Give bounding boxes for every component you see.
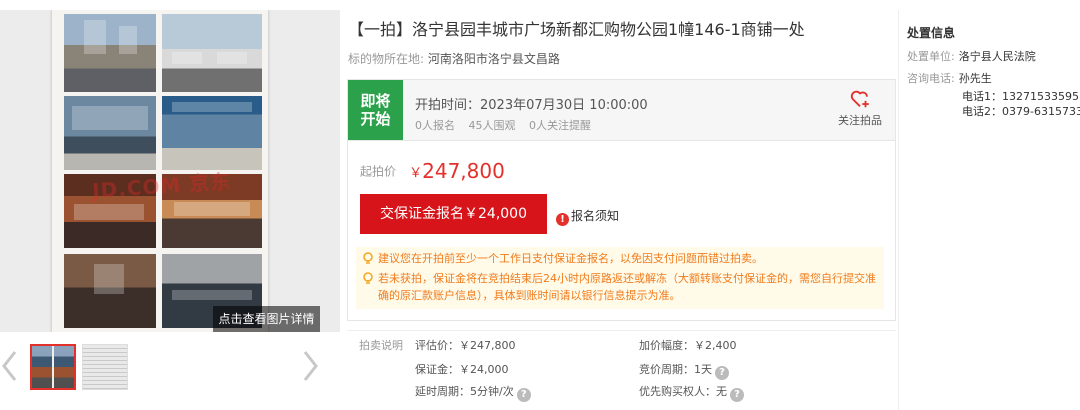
appraisal-price: 评估价：￥247,800 [415, 339, 516, 352]
extension-period: 延时周期：5分钟/次? [415, 383, 531, 402]
photo-cell-storefront [162, 96, 262, 170]
photo-cell-parking [162, 14, 262, 92]
chevron-left-icon[interactable] [0, 346, 20, 386]
help-icon[interactable]: ? [730, 388, 744, 402]
tips-box: 建议您在开拍前至少一个工作日支付保证金报名，以免因支付问题而错过拍卖。 若未获拍… [356, 247, 884, 309]
priority-buyer: 优先购买权人：无? [639, 383, 744, 402]
bid-period: 竞价周期：1天? [639, 361, 729, 380]
heart-plus-icon [850, 90, 869, 108]
auction-status-box: 即将 开始 开拍时间：2023年07月30日 10:00:00 0人报名 45人… [347, 79, 896, 141]
bid-increment: 加价幅度：￥2,400 [639, 339, 737, 352]
phone-2: 电话2：0379-63157333 [962, 105, 1080, 118]
contact-person: 咨询电话: 孙先生 [907, 72, 992, 85]
follow-lot-button[interactable]: 关注拍品 [835, 88, 885, 128]
location-value: 河南洛阳市洛宁县文昌路 [427, 52, 560, 66]
tip-item: 建议您在开拍前至少一个工作日支付保证金报名，以免因支付问题而错过拍卖。 [362, 250, 878, 267]
start-price-value: 247,800 [422, 159, 505, 183]
photo-document: JD.COM 京东 [52, 10, 268, 332]
location-label: 标的物所在地: [348, 52, 425, 66]
auction-info-table: 拍卖说明 评估价：￥247,800 加价幅度：￥2,400 保证金：￥24,00… [347, 330, 896, 410]
help-icon[interactable]: ? [516, 388, 531, 402]
registration-notice-link[interactable]: ! 报名须知 [556, 207, 619, 226]
main-photo[interactable]: JD.COM 京东 点击查看图片详情 [0, 10, 340, 332]
view-photo-details-button[interactable]: 点击查看图片详情 [213, 306, 320, 332]
lightbulb-icon [363, 252, 373, 264]
status-badge: 即将 开始 [348, 80, 403, 140]
exclamation-icon: ! [556, 213, 569, 226]
lot-title: 【一拍】洛宁县园丰城市广场新都汇购物公园1幢146-1商铺一处 [348, 20, 805, 39]
thumbnail-1[interactable] [30, 344, 76, 390]
thumbnail-strip [0, 338, 330, 398]
start-price-label: 起拍价 [360, 164, 397, 179]
column-divider [898, 10, 899, 410]
auction-stats: 0人报名 45人围观 0人关注提醒 [415, 117, 601, 133]
deposit-amount: 保证金：￥24,000 [415, 363, 509, 376]
bid-panel: 起拍价 ￥247,800 交保证金报名￥24,000 ! 报名须知 建议您在开拍前… [347, 141, 896, 321]
thumbnail-2[interactable] [82, 344, 128, 390]
phone-1: 电话1：13271533595 [962, 90, 1079, 103]
currency-symbol: ￥ [409, 165, 423, 181]
lightbulb-icon [363, 272, 373, 284]
watching-count: 45人围观 [468, 119, 516, 132]
start-price: 起拍价 ￥247,800 [360, 159, 505, 183]
disposal-unit: 处置单位: 洛宁县人民法院 [907, 50, 1036, 63]
start-time: 开拍时间：2023年07月30日 10:00:00 [415, 98, 648, 113]
chevron-right-icon[interactable] [300, 346, 320, 386]
follow-label: 关注拍品 [838, 114, 882, 127]
lot-location: 标的物所在地: 河南洛阳市洛宁县文昌路 [348, 50, 560, 67]
reminder-count: 0人关注提醒 [529, 119, 591, 132]
pay-deposit-register-button[interactable]: 交保证金报名￥24,000 [360, 194, 547, 234]
auction-info-label: 拍卖说明 [359, 339, 403, 352]
photo-cell-corridor [64, 254, 156, 328]
help-icon[interactable]: ? [715, 366, 729, 380]
disposal-info-title: 处置信息 [907, 26, 956, 40]
photo-cell-building [64, 14, 156, 92]
registered-count: 0人报名 [415, 119, 455, 132]
photo-cell-mall-exterior [64, 96, 156, 170]
tip-item: 若未获拍，保证金将在竞拍结束后24小时内原路返还或解冻（大额转账支付保证金的，需… [362, 270, 878, 304]
